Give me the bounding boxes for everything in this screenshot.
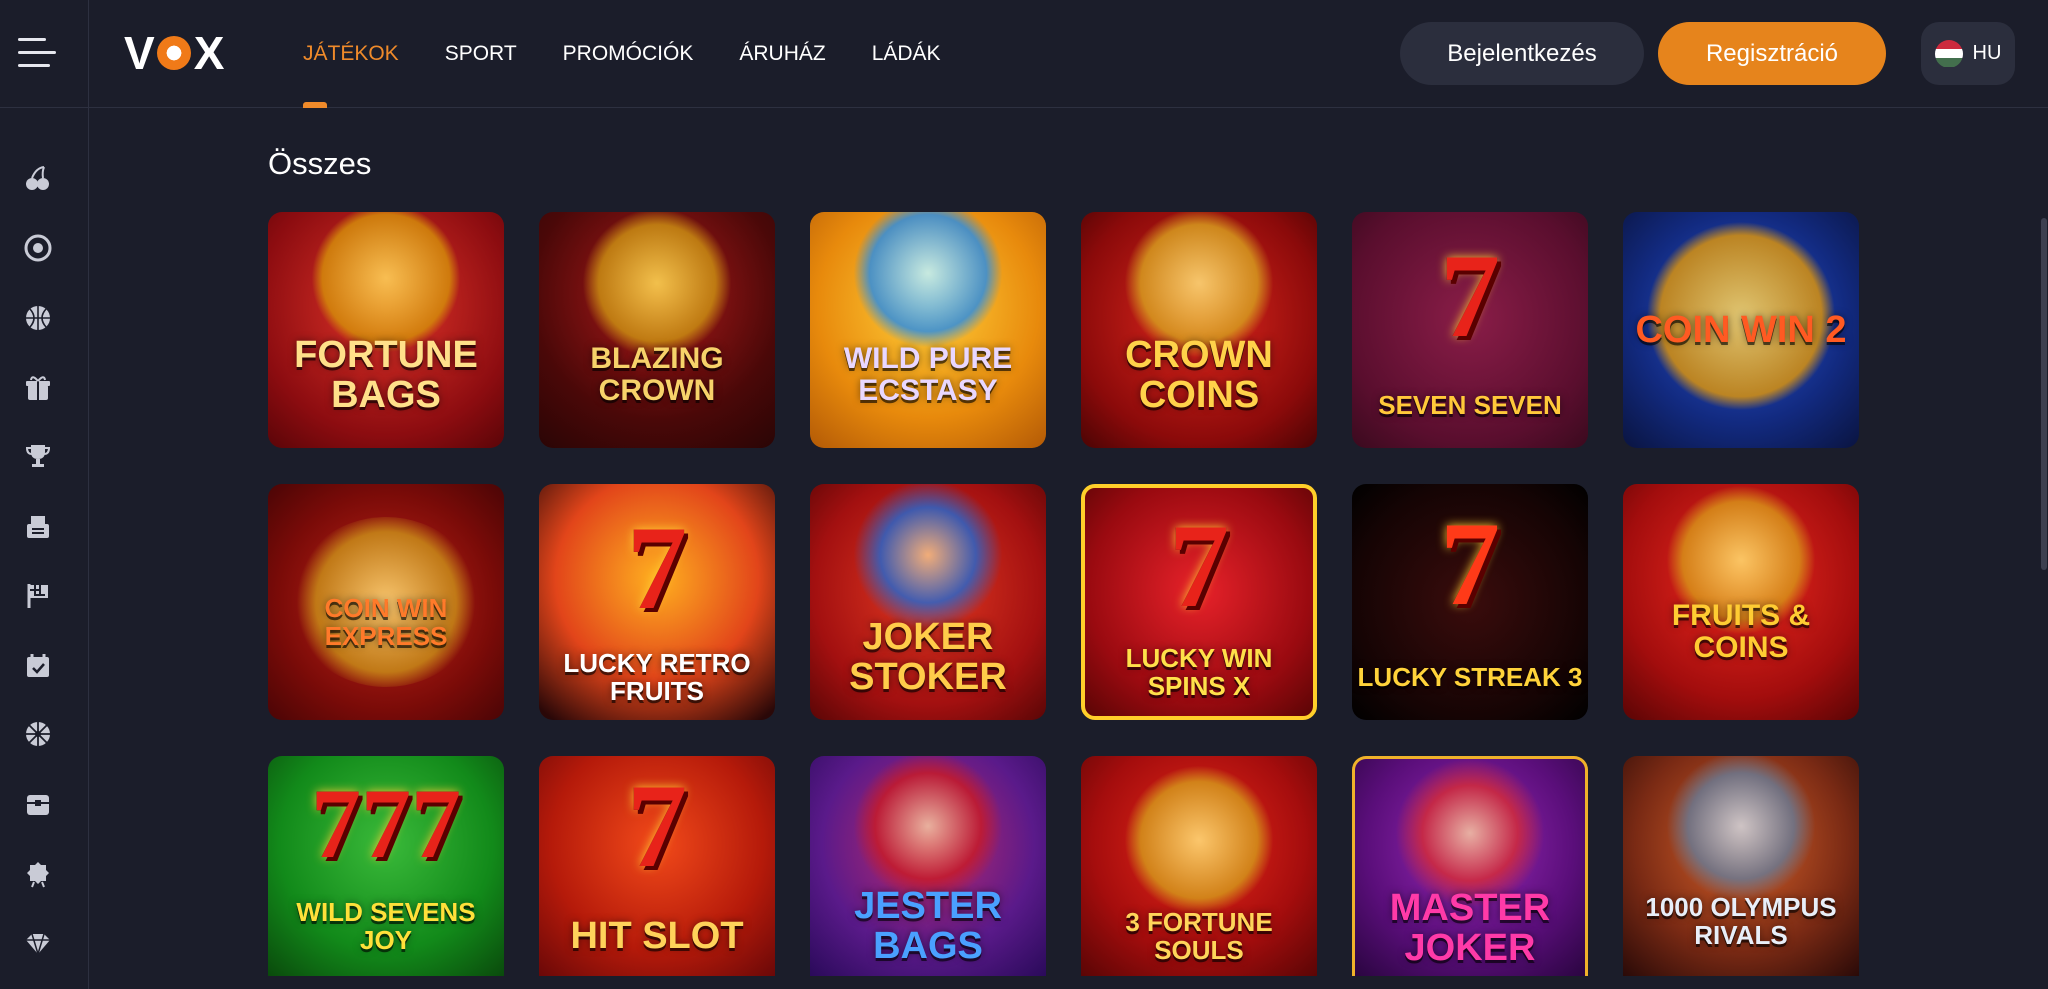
game-tile[interactable]: BLAZING CROWN (539, 212, 775, 448)
main-nav: JÁTÉKOK SPORT PROMÓCIÓK ÁRUHÁZ LÁDÁK (280, 0, 964, 108)
nav-sport[interactable]: SPORT (445, 0, 517, 108)
game-title: LUCKY WIN SPINS X (1125, 643, 1273, 701)
game-title: LUCKY STREAK 3 (1357, 662, 1583, 692)
basketball-icon[interactable] (24, 304, 52, 332)
game-tile[interactable]: 7 HIT SLOT (539, 756, 775, 976)
menu-icon[interactable] (18, 36, 58, 70)
game-tile[interactable]: MASTER JOKER (1352, 756, 1588, 976)
game-tile[interactable]: 3 FORTUNE SOULS (1081, 756, 1317, 976)
top-bar: VX JÁTÉKOK SPORT PROMÓCIÓK ÁRUHÁZ LÁDÁK … (0, 0, 2048, 108)
login-button[interactable]: Bejelentkezés (1400, 22, 1644, 85)
game-tile[interactable]: CROWN COINS (1081, 212, 1317, 448)
game-tile[interactable]: JOKER STOKER (810, 484, 1046, 720)
loot-box-icon[interactable] (24, 790, 52, 818)
game-title: LUCKY RETRO FRUITS (563, 648, 751, 706)
game-tile[interactable]: 777 WILD SEVENS JOY (268, 756, 504, 976)
nav-boxes[interactable]: LÁDÁK (872, 0, 941, 108)
scrollbar-thumb[interactable] (2041, 218, 2047, 570)
game-tile[interactable]: JESTER BAGS (810, 756, 1046, 976)
game-tile[interactable]: 7 LUCKY STREAK 3 (1352, 484, 1588, 720)
game-tile[interactable]: 7 LUCKY RETRO FRUITS (539, 484, 775, 720)
game-title: FORTUNE BAGS (294, 334, 478, 416)
game-title: 3 FORTUNE SOULS (1125, 907, 1273, 965)
cherries-icon[interactable] (24, 164, 52, 192)
language-selector[interactable]: HU (1921, 22, 2015, 85)
game-title: WILD PURE ECSTASY (843, 342, 1013, 407)
game-title: BLAZING CROWN (590, 342, 724, 407)
game-title: 1000 OLYMPUS RIVALS (1645, 892, 1837, 950)
sidebar-divider (88, 0, 89, 989)
game-tile[interactable]: COIN WIN EXPRESS (268, 484, 504, 720)
game-title: MASTER JOKER (1389, 886, 1551, 969)
game-title: JOKER STOKER (849, 616, 1007, 698)
game-tile[interactable]: 1000 OLYMPUS RIVALS (1623, 756, 1859, 976)
game-title: WILD SEVENS JOY (296, 897, 476, 955)
badge-icon[interactable] (24, 860, 52, 888)
register-button[interactable]: Regisztráció (1658, 22, 1886, 85)
game-tile[interactable]: FRUITS & COINS (1623, 484, 1859, 720)
game-title: HIT SLOT (570, 915, 744, 957)
language-code: HU (1972, 42, 2002, 64)
vox-logo[interactable]: VX (124, 27, 224, 79)
nav-shop[interactable]: ÁRUHÁZ (739, 0, 825, 108)
wheel-icon[interactable] (24, 720, 52, 748)
section-title: Összes (268, 146, 372, 181)
game-title: COIN WIN 2 (1635, 309, 1847, 351)
nav-promotions[interactable]: PROMÓCIÓK (563, 0, 694, 108)
game-tile[interactable]: 7 LUCKY WIN SPINS X (1081, 484, 1317, 720)
game-title: JESTER BAGS (854, 885, 1002, 967)
race-flag-icon[interactable] (24, 582, 52, 610)
game-tile[interactable]: 7 SEVEN SEVEN (1352, 212, 1588, 448)
game-tile[interactable]: FORTUNE BAGS (268, 212, 504, 448)
game-title: FRUITS & COINS (1671, 599, 1811, 664)
game-title: CROWN COINS (1125, 334, 1273, 416)
game-title: COIN WIN EXPRESS (324, 593, 448, 651)
game-tile[interactable]: COIN WIN 2 (1623, 212, 1859, 448)
diamond-icon[interactable] (24, 930, 52, 958)
hungary-flag-icon (1934, 39, 1963, 68)
trophy-icon[interactable] (24, 442, 52, 470)
gift-icon[interactable] (24, 374, 52, 402)
game-title: SEVEN SEVEN (1378, 390, 1562, 420)
tournament-icon[interactable] (24, 512, 52, 540)
nav-games[interactable]: JÁTÉKOK (303, 0, 399, 108)
game-tile[interactable]: WILD PURE ECSTASY (810, 212, 1046, 448)
roulette-icon[interactable] (24, 234, 52, 262)
calendar-icon[interactable] (24, 652, 52, 680)
